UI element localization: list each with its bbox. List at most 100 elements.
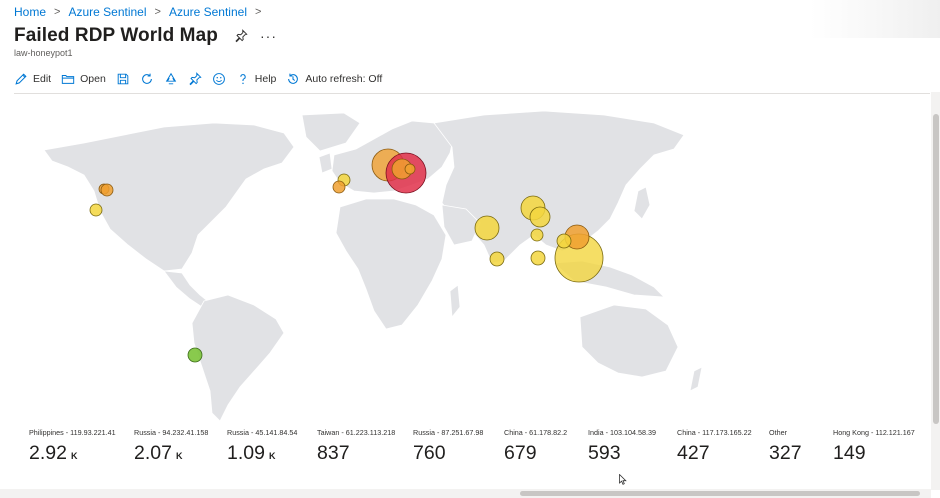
horizontal-scrollbar-thumb[interactable]: [520, 491, 920, 496]
stat-value: 2.07: [134, 442, 172, 464]
land-greenland: [301, 112, 361, 152]
header-background-blur: [810, 0, 940, 38]
map-land: [43, 110, 703, 422]
stat-value: 760: [413, 442, 446, 464]
bubble-vietnam: [530, 250, 546, 266]
stat-value-row: 2.07 K: [134, 442, 208, 465]
open-button[interactable]: Open: [61, 72, 106, 86]
pencil-icon: [15, 73, 27, 85]
stat-value: 2.92: [29, 442, 67, 464]
chevron-right-icon: >: [254, 6, 262, 18]
land-africa: [335, 198, 447, 330]
bubble-hong-kong: [556, 233, 572, 249]
stat-tile[interactable]: Taiwan - 61.223.113.218 837: [317, 428, 395, 465]
stat-value: 593: [588, 442, 621, 464]
stat-tile[interactable]: Other 327: [769, 428, 802, 465]
workspace-name: law-honeypot1: [14, 48, 73, 58]
bubble-california: [89, 203, 103, 217]
stat-tile[interactable]: Russia - 94.232.41.158 2.07 K: [134, 428, 208, 465]
stat-unit: K: [268, 451, 276, 461]
stat-tile[interactable]: India - 103.104.58.39 593: [588, 428, 656, 465]
land-australia: [579, 304, 679, 378]
help-label: Help: [254, 73, 277, 85]
stat-value: 1.09: [227, 442, 265, 464]
mouse-cursor-icon: [619, 474, 627, 485]
smiley-icon: [212, 73, 225, 85]
breadcrumb: Home > Azure Sentinel > Azure Sentinel >: [14, 5, 269, 19]
stat-value: 427: [677, 442, 710, 464]
vertical-scrollbar-thumb[interactable]: [933, 114, 939, 424]
stat-label: India - 103.104.58.39: [588, 428, 656, 437]
more-options-icon[interactable]: ···: [260, 29, 277, 43]
stat-tile[interactable]: Hong Kong - 112.121.167 149: [833, 428, 930, 465]
breadcrumb-home[interactable]: Home: [14, 5, 46, 19]
auto-refresh-button[interactable]: Auto refresh: Off: [286, 72, 382, 86]
refresh-icon: [141, 73, 152, 84]
stat-value: 837: [317, 442, 350, 464]
bubble-russia-small: [404, 163, 416, 175]
bubble-germany: [332, 180, 346, 194]
vertical-scrollbar[interactable]: [931, 92, 940, 490]
land-north-america: [43, 122, 295, 272]
page-title: Failed RDP World Map: [14, 25, 218, 46]
stat-tile[interactable]: China - 61.178.82.2 679: [504, 428, 567, 465]
stat-value: 149: [833, 442, 866, 464]
land-japan: [633, 186, 651, 220]
stat-label: Russia - 87.251.67.98: [413, 428, 484, 437]
pin-icon[interactable]: [234, 29, 248, 43]
stat-tiles: Philippines - 119.93.221.41 2.92 K Russia…: [14, 428, 930, 468]
land-madagascar: [449, 284, 461, 319]
stat-value: 679: [504, 442, 537, 464]
open-label: Open: [80, 73, 106, 85]
breadcrumb-azure-sentinel[interactable]: Azure Sentinel: [68, 5, 146, 19]
edit-label: Edit: [33, 73, 52, 85]
toolbar-divider: [14, 93, 930, 94]
stat-tile[interactable]: Philippines - 119.93.221.41 2.92 K: [29, 428, 116, 465]
land-new-zealand: [689, 366, 703, 392]
bubble-chile: [187, 347, 203, 363]
stat-label: China - 117.173.165.22: [677, 428, 752, 437]
bubble-pakistan: [474, 215, 500, 241]
bubble-india: [489, 251, 505, 267]
clone-button[interactable]: [164, 72, 178, 86]
stat-unit: K: [70, 451, 78, 461]
stat-label: Taiwan - 61.223.113.218: [317, 428, 396, 437]
recycle-icon: [165, 72, 176, 85]
stat-label: Philippines - 119.93.221.41: [29, 428, 116, 437]
stat-value-row: 2.92 K: [29, 442, 116, 465]
land-central-america: [163, 270, 211, 308]
world-map-canvas: [43, 110, 703, 422]
question-icon: [240, 74, 246, 85]
feedback-button[interactable]: [212, 72, 226, 86]
folder-open-icon: [61, 75, 75, 84]
chevron-right-icon: >: [154, 6, 161, 18]
stat-label: Other: [769, 428, 787, 437]
breadcrumb-azure-sentinel-2[interactable]: Azure Sentinel: [169, 5, 247, 19]
edit-button[interactable]: Edit: [14, 72, 51, 86]
history-icon: [288, 73, 299, 84]
stat-value-row: 1.09 K: [227, 442, 297, 465]
stat-label: China - 61.178.82.2: [504, 428, 568, 437]
bubble-china-small: [530, 228, 544, 242]
stat-tile[interactable]: China - 117.173.165.22 427: [677, 428, 752, 465]
title-row: Failed RDP World Map ···: [14, 25, 277, 47]
auto-refresh-label: Auto refresh: Off: [305, 73, 383, 85]
world-map[interactable]: [14, 95, 930, 425]
land-uk: [318, 152, 333, 174]
stat-unit: K: [175, 451, 183, 461]
refresh-button[interactable]: [140, 72, 154, 86]
help-button[interactable]: Help: [236, 72, 277, 86]
pin-to-dashboard-button[interactable]: [188, 72, 202, 86]
pin-icon: [189, 72, 202, 86]
stat-tile[interactable]: Russia - 87.251.67.98 760: [413, 428, 483, 465]
stat-tile[interactable]: Russia - 45.141.84.54 1.09 K: [227, 428, 297, 465]
horizontal-scrollbar[interactable]: [0, 489, 931, 498]
land-south-america: [191, 294, 285, 422]
save-icon: [117, 73, 129, 85]
save-button[interactable]: [116, 72, 130, 86]
toolbar: Edit Open Help Auto refresh: Off: [14, 70, 392, 88]
stat-label: Hong Kong - 112.121.167: [833, 428, 915, 437]
stat-value: 327: [769, 442, 802, 464]
stat-label: Russia - 94.232.41.158: [134, 428, 209, 437]
stat-label: Russia - 45.141.84.54: [227, 428, 298, 437]
